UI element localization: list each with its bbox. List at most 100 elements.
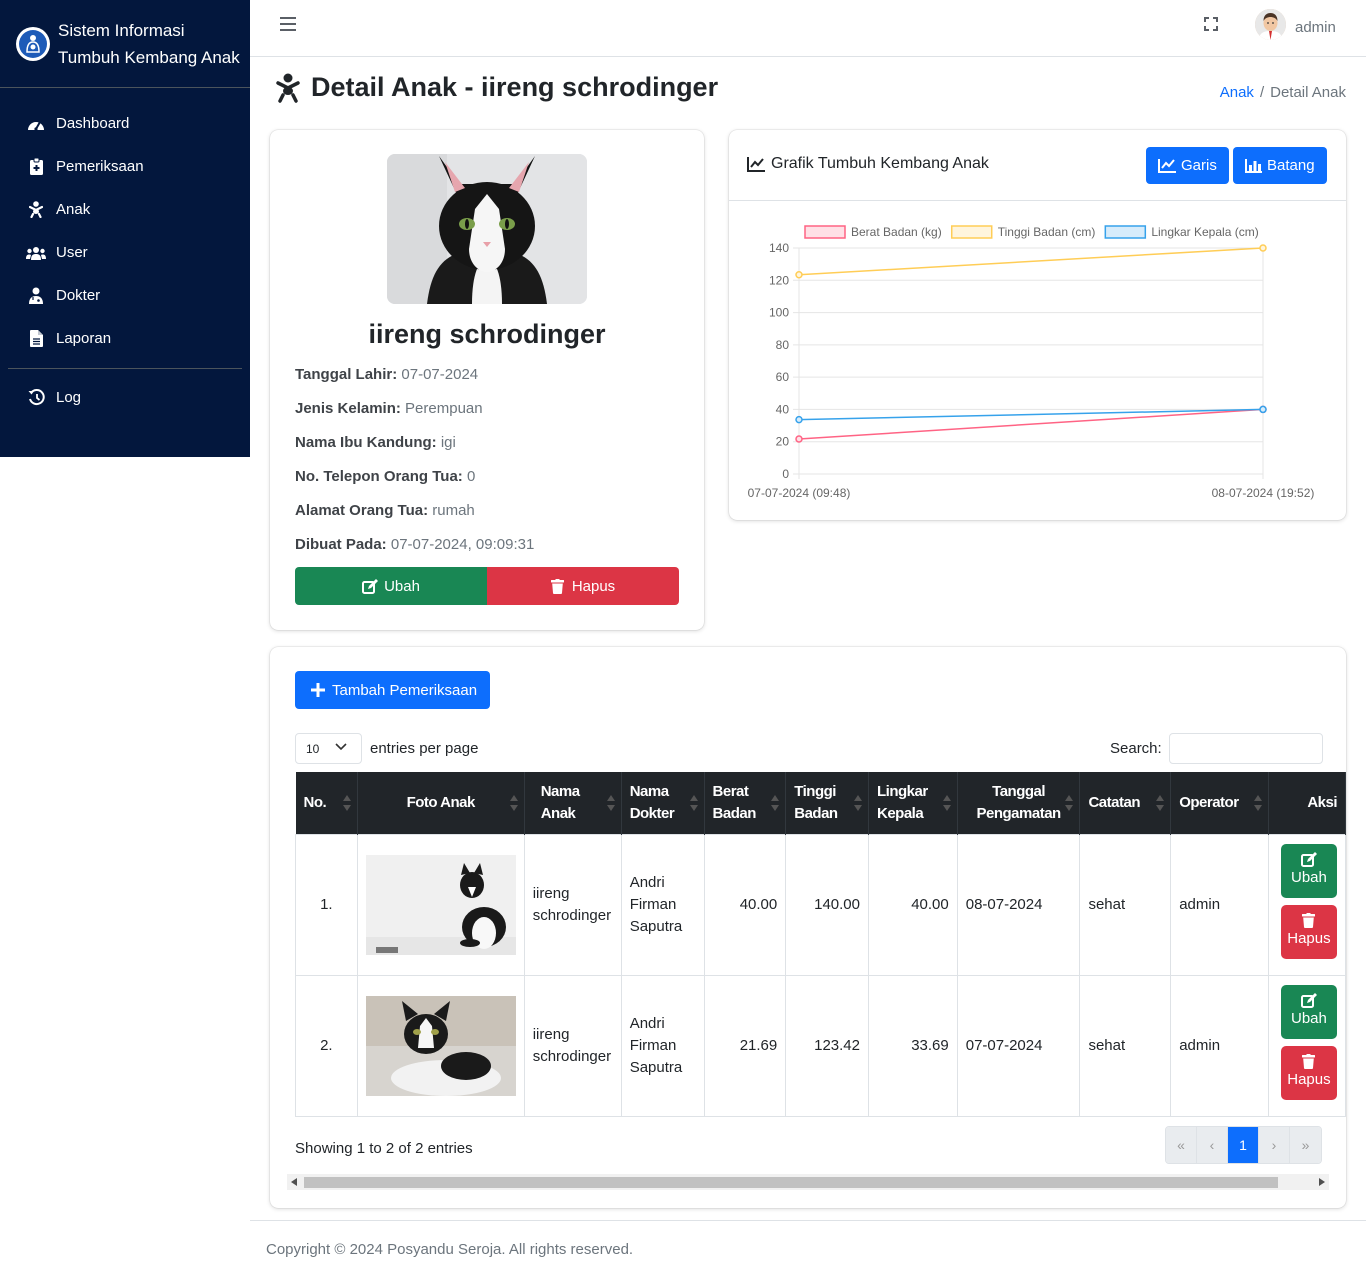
info-nama-ibu: Nama Ibu Kandung: igi (295, 434, 456, 451)
menu-toggle-icon[interactable] (280, 17, 296, 31)
sort-icon (942, 795, 951, 811)
pagination-page-1[interactable]: 1 (1228, 1127, 1259, 1163)
column-header-operator[interactable]: Operator (1170, 772, 1269, 834)
cell-foto (356, 974, 525, 1117)
cell-tinggi-badan: 123.42 (785, 974, 869, 1117)
horizontal-scrollbar[interactable] (287, 1174, 1329, 1190)
column-header-no[interactable]: No. (295, 772, 358, 834)
entries-label: entries per page (370, 740, 479, 757)
delete-child-button[interactable]: Hapus (487, 567, 679, 605)
breadcrumb-separator: / (1259, 84, 1265, 101)
brand[interactable]: Sistem Informasi Tumbuh Kembang Anak (0, 0, 250, 88)
edit-child-button[interactable]: Ubah (295, 567, 487, 605)
page-size-select[interactable]: 10 (295, 733, 362, 764)
cell-berat-badan: 21.69 (703, 974, 787, 1117)
child-photo-thumbnail (365, 995, 516, 1096)
cell-nama-anak: iireng schrodinger (523, 974, 622, 1117)
sidebar-item-label: Anak (56, 201, 91, 218)
delete-row-button[interactable]: Hapus (1280, 1045, 1337, 1100)
chart-card-title: Grafik Tumbuh Kembang Anak (747, 155, 989, 173)
brand-title-line2: Tumbuh Kembang Anak (58, 47, 240, 67)
growth-line-chart: 0 20 40 60 80 100 120 140 07-07-2024 (09:48) 08-0… (748, 225, 1315, 500)
edit-row-button[interactable]: Ubah (1280, 843, 1337, 898)
column-header-foto-anak[interactable]: Foto Anak (357, 772, 525, 834)
sort-icon (509, 795, 518, 811)
legend-label: Berat Badan (kg) (851, 225, 942, 239)
cell-lingkar-kepala: 40.00 (868, 833, 958, 976)
cell-foto (356, 833, 525, 976)
table-info: Showing 1 to 2 of 2 entries (295, 1140, 473, 1157)
series-line (798, 247, 1264, 276)
column-header-berat-badan[interactable]: Berat Badan (704, 772, 787, 834)
cell-tanggal-pengamatan: 07-07-2024 (956, 974, 1081, 1117)
pagination-first[interactable]: « (1166, 1127, 1197, 1163)
cell-nama-anak: iireng schrodinger (523, 833, 622, 976)
column-header-tinggi-badan[interactable]: Tinggi Badan (785, 772, 869, 834)
sort-icon (771, 795, 780, 811)
doctor-icon (26, 287, 46, 305)
sidebar-item-dashboard[interactable]: Dashboard (0, 102, 250, 145)
child-photo-thumbnail (365, 854, 516, 955)
bar-chart-button[interactable]: Batang (1233, 147, 1327, 184)
sidebar-item-dokter[interactable]: Dokter (0, 274, 250, 317)
sidebar-item-label: Pemeriksaan (56, 158, 144, 175)
line-chart-button[interactable]: Garis (1146, 147, 1229, 184)
edit-icon (362, 578, 379, 594)
column-header-nama-anak[interactable]: Nama Anak (524, 772, 622, 834)
baby-icon (276, 73, 300, 103)
add-examination-button[interactable]: Tambah Pemeriksaan (295, 671, 491, 709)
y-tick-label: 20 (776, 435, 790, 449)
pagination-next[interactable]: › (1259, 1127, 1290, 1163)
sidebar-nav: Dashboard Pemeriksaan Anak User Dokter L… (0, 88, 250, 419)
cell-nama-dokter: Andri Firman Saputra (620, 833, 705, 976)
cell-aksi: Ubah Hapus (1267, 974, 1346, 1117)
info-jenis-kelamin: Jenis Kelamin: Perempuan (295, 400, 483, 417)
username[interactable]: admin (1295, 19, 1336, 36)
brand-logo-icon (16, 26, 50, 61)
sort-icon (342, 795, 351, 811)
sort-icon (689, 795, 698, 811)
avatar[interactable] (1255, 9, 1286, 40)
sort-icon (1253, 795, 1262, 811)
x-tick-label: 08-07-2024 (19:52) (1212, 486, 1315, 500)
tachometer-icon (26, 115, 46, 133)
chevron-down-icon (335, 743, 347, 751)
column-header-tanggal-pengamatan[interactable]: Tanggal Pengamatan (957, 772, 1081, 834)
plus-icon (311, 683, 325, 697)
sidebar-item-laporan[interactable]: Laporan (0, 317, 250, 360)
sort-icon (606, 795, 615, 811)
sidebar-item-label: User (56, 244, 88, 261)
pagination-prev[interactable]: ‹ (1197, 1127, 1228, 1163)
sidebar-item-user[interactable]: User (0, 231, 250, 274)
pagination-last[interactable]: » (1290, 1127, 1321, 1163)
column-header-lingkar-kepala[interactable]: Lingkar Kepala (868, 772, 958, 834)
breadcrumb-link-anak[interactable]: Anak (1220, 84, 1254, 101)
cell-operator: admin (1170, 833, 1269, 976)
sort-icon (854, 795, 862, 811)
sidebar: Sistem Informasi Tumbuh Kembang Anak Das… (0, 0, 250, 457)
sidebar-item-label: Dashboard (56, 115, 130, 132)
scroll-left-icon (291, 1178, 297, 1186)
column-header-nama-dokter[interactable]: Nama Dokter (621, 772, 705, 834)
sidebar-item-log[interactable]: Log (0, 376, 250, 419)
examination-table: No. Foto Anak Nama Anak Nama Dokter Berat B… (295, 772, 1346, 1117)
delete-row-button[interactable]: Hapus (1280, 904, 1337, 959)
brand-title-line1: Sistem Informasi (58, 20, 185, 40)
edit-row-button[interactable]: Ubah (1280, 984, 1337, 1039)
users-icon (26, 244, 46, 262)
page-title: Detail Anak - iireng schrodinger (311, 72, 719, 102)
growth-chart-card: Grafik Tumbuh Kembang Anak Garis Batang … (729, 130, 1346, 520)
cell-catatan: sehat (1079, 833, 1172, 976)
sidebar-item-anak[interactable]: Anak (0, 188, 250, 231)
breadcrumb-current: Detail Anak (1270, 84, 1346, 101)
cell-operator: admin (1170, 974, 1269, 1117)
search-input[interactable] (1168, 733, 1323, 764)
column-header-catatan[interactable]: Catatan (1079, 772, 1172, 834)
baby-icon (26, 201, 46, 219)
scroll-right-icon (1319, 1178, 1325, 1186)
fullscreen-icon[interactable] (1204, 17, 1218, 31)
sidebar-item-pemeriksaan[interactable]: Pemeriksaan (0, 145, 250, 188)
info-dibuat-pada: Dibuat Pada: 07-07-2024, 09:09:31 (295, 536, 535, 553)
scrollbar-thumb[interactable] (304, 1177, 1278, 1188)
sidebar-item-label: Dokter (56, 287, 101, 304)
